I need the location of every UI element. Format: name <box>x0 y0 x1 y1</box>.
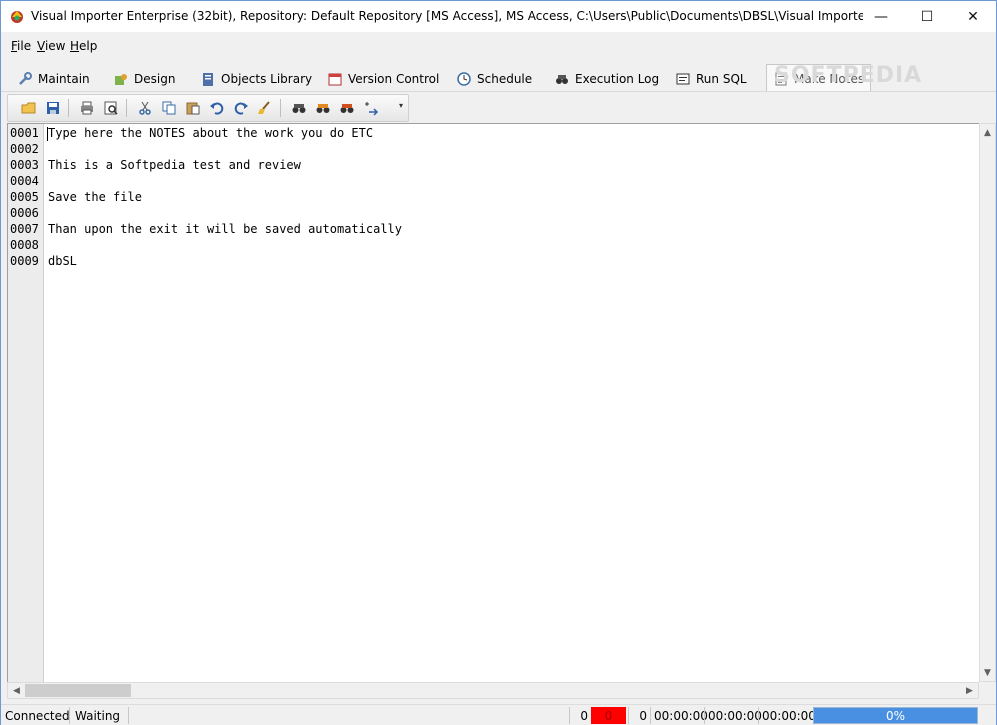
line-number: 0007 <box>10 222 39 236</box>
line-number: 0001 <box>10 126 39 140</box>
menu-file-label: ile <box>17 39 32 53</box>
tab-label: Version Control <box>348 72 440 86</box>
calendar-icon <box>327 71 343 87</box>
scrollbar-corner <box>979 682 996 699</box>
status-count: 0 <box>569 707 592 724</box>
close-button[interactable]: ✕ <box>950 1 996 32</box>
status-message-panel <box>128 707 569 724</box>
line-number: 0008 <box>10 238 39 252</box>
app-window: Visual Importer Enterprise (32bit), Repo… <box>0 0 997 725</box>
paste-icon[interactable] <box>184 99 202 117</box>
tab-maintain[interactable]: Maintain <box>17 67 90 91</box>
tab-label: Maintain <box>38 72 90 86</box>
clear-icon[interactable] <box>256 99 274 117</box>
menu-help-accel: H <box>70 39 80 53</box>
find-icon[interactable] <box>290 99 308 117</box>
status-connection: Connected <box>5 708 70 723</box>
horizontal-scrollbar[interactable]: ◀ ▶ <box>7 682 979 699</box>
editor-line[interactable]: Type here the NOTES about the work you d… <box>48 126 373 140</box>
tab-label: Objects Library <box>221 72 313 86</box>
editor-line[interactable]: Save the file <box>48 190 142 204</box>
menu-view[interactable]: View <box>37 39 65 53</box>
tab-version-control[interactable]: Version Control <box>327 67 439 91</box>
cut-icon[interactable] <box>136 99 154 117</box>
status-time: 00:00:00 <box>704 707 762 724</box>
editor-toolbar: ▾ <box>7 94 409 122</box>
goto-icon[interactable] <box>362 99 380 117</box>
window-title: Visual Importer Enterprise (32bit), Repo… <box>31 9 863 23</box>
sql-icon <box>675 71 691 87</box>
vertical-scrollbar[interactable]: ▲ ▼ <box>979 123 996 682</box>
status-error-count: 0 <box>591 707 626 724</box>
tab-run-sql[interactable]: Run SQL <box>675 67 747 91</box>
toolbar-overflow-button[interactable]: ▾ <box>399 101 408 119</box>
status-time: 00:00:00 <box>758 707 816 724</box>
horizontal-scroll-thumb[interactable] <box>25 684 131 697</box>
tab-label: Schedule <box>477 72 533 86</box>
toolbar-separator <box>126 99 127 117</box>
print-icon[interactable] <box>78 99 96 117</box>
menu-bar: File View Help <box>1 32 996 60</box>
puzzle-icon <box>113 71 129 87</box>
toolbar-area: ▾ <box>1 91 996 123</box>
find-next-icon[interactable] <box>314 99 332 117</box>
line-number: 0009 <box>10 254 39 268</box>
editor-line[interactable]: This is a Softpedia test and review <box>48 158 301 172</box>
toolbar-separator <box>280 99 281 117</box>
scroll-down-icon[interactable]: ▼ <box>979 664 996 681</box>
binoculars-icon <box>554 71 570 87</box>
menu-help[interactable]: Help <box>70 39 97 53</box>
save-icon[interactable] <box>44 99 62 117</box>
minimize-button[interactable]: — <box>858 1 904 32</box>
clock-icon <box>456 71 472 87</box>
status-state: Waiting <box>69 707 131 724</box>
redo-icon[interactable] <box>232 99 250 117</box>
tab-design[interactable]: Design <box>113 67 175 91</box>
maximize-button[interactable]: ☐ <box>904 1 950 32</box>
tab-objects-library[interactable]: Objects Library <box>200 67 312 91</box>
scroll-right-icon[interactable]: ▶ <box>961 682 978 699</box>
toolbar-separator <box>68 99 69 117</box>
tab-label: Design <box>134 72 176 86</box>
watermark: SOFTPEDIA <box>774 63 923 88</box>
status-count: 0 <box>628 707 650 724</box>
tab-schedule[interactable]: Schedule <box>456 67 532 91</box>
menu-view-label: iew <box>44 39 66 53</box>
editor-line[interactable]: Than upon the exit it will be saved auto… <box>48 222 402 236</box>
tab-execution-log[interactable]: Execution Log <box>554 67 659 91</box>
tab-label: Run SQL <box>696 72 747 86</box>
tab-label: Execution Log <box>575 72 660 86</box>
status-bar: Connected Waiting 0 0 0 00:00:00 00:00:0… <box>1 704 996 725</box>
menu-file[interactable]: File <box>11 39 31 53</box>
title-bar: Visual Importer Enterprise (32bit), Repo… <box>1 1 996 32</box>
copy-icon[interactable] <box>160 99 178 117</box>
status-progress-bar: 0% <box>813 707 978 724</box>
editor-line[interactable]: dbSL <box>48 254 77 268</box>
wrench-icon <box>17 71 33 87</box>
scroll-left-icon[interactable]: ◀ <box>8 682 25 699</box>
line-number: 0006 <box>10 206 39 220</box>
line-number-gutter: 0001 0002 0003 0004 0005 0006 0007 0008 … <box>8 124 44 683</box>
status-time: 00:00:00 <box>650 707 708 724</box>
line-number: 0002 <box>10 142 39 156</box>
scroll-up-icon[interactable]: ▲ <box>979 124 996 141</box>
replace-icon[interactable] <box>338 99 356 117</box>
menu-view-accel: V <box>37 39 45 53</box>
undo-icon[interactable] <box>208 99 226 117</box>
notes-editor[interactable]: 0001 0002 0003 0004 0005 0006 0007 0008 … <box>7 123 980 684</box>
line-number: 0004 <box>10 174 39 188</box>
app-logo-icon <box>9 8 25 24</box>
line-number: 0003 <box>10 158 39 172</box>
print-preview-icon[interactable] <box>102 99 120 117</box>
line-number: 0005 <box>10 190 39 204</box>
open-folder-icon[interactable] <box>20 99 38 117</box>
book-icon <box>200 71 216 87</box>
menu-help-label: elp <box>79 39 98 53</box>
